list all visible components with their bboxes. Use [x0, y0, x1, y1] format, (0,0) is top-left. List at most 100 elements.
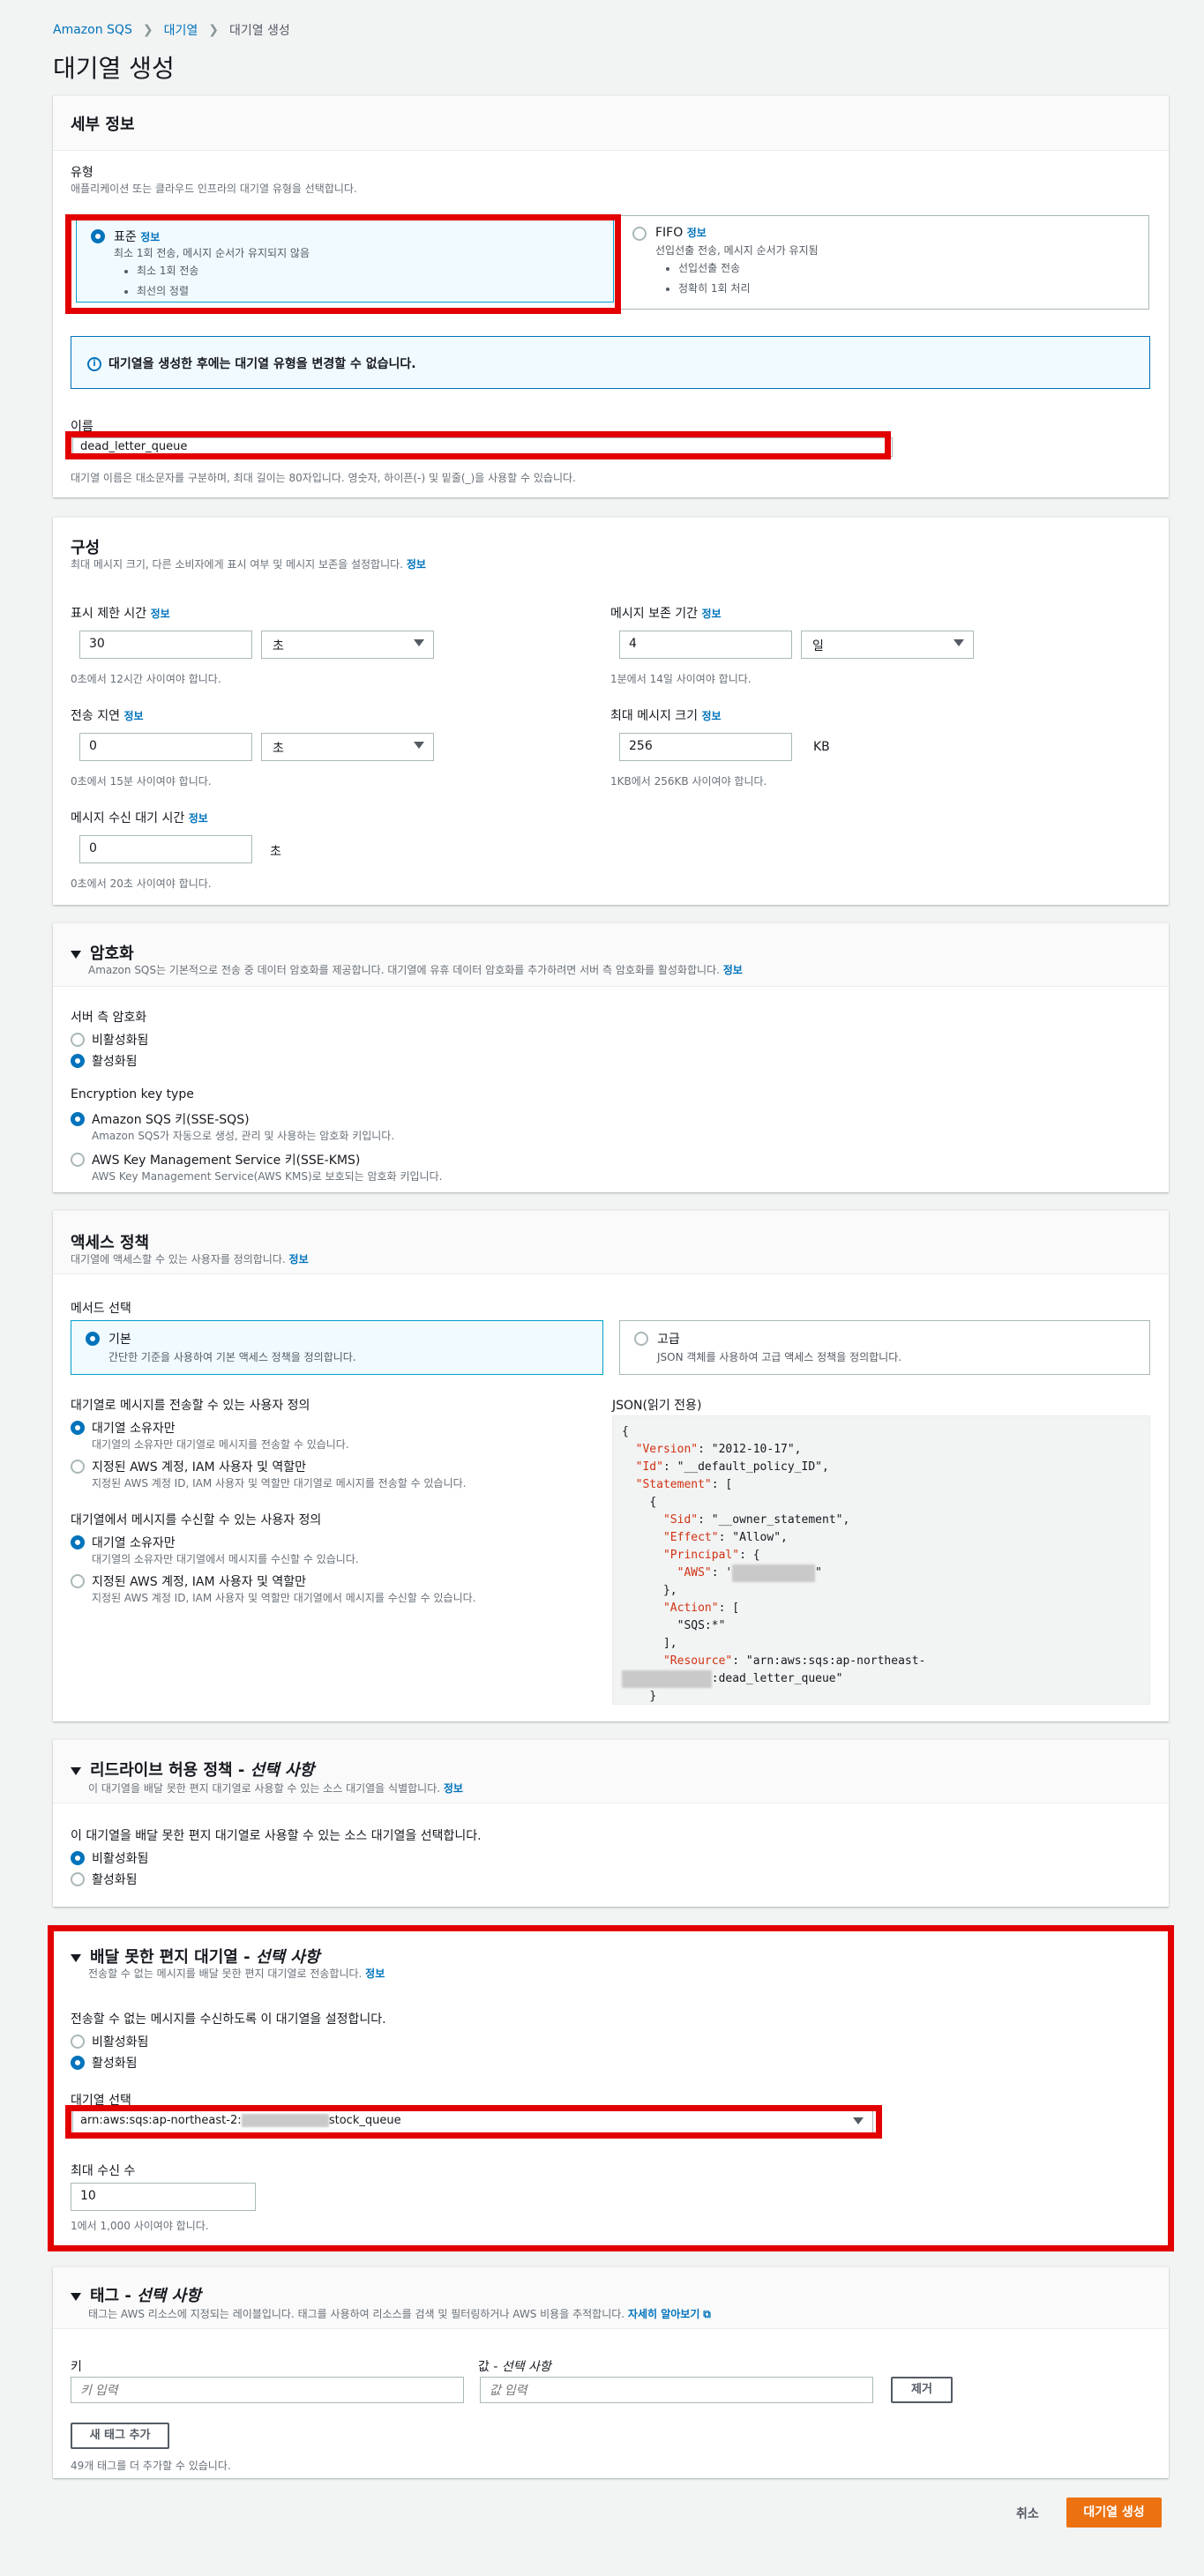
send-label: 대기열로 메시지를 전송할 수 있는 사용자 정의 — [71, 1399, 310, 1413]
sse-on-label: 활성화됨 — [92, 1055, 138, 1069]
wait-unit: 초 — [270, 845, 281, 859]
wait-input[interactable]: 0 — [79, 835, 252, 863]
delay-label: 전송 지연 정보 — [71, 709, 144, 723]
tags-panel: 태그 - 선택 사항 태그는 AWS 리소스에 지정되는 레이블입니다. 태그를… — [53, 2266, 1169, 2478]
redrive-allow-title[interactable]: 리드라이브 허용 정책 - 선택 사항 — [71, 1758, 314, 1781]
type-desc: 애플리케이션 또는 클라우드 인프라의 대기열 유형을 선택합니다. — [71, 183, 357, 195]
policy-json-viewer: { "Version": "2012-10-17", "Id": "__defa… — [612, 1415, 1150, 1705]
info-link[interactable]: 정보 — [123, 710, 143, 722]
tag-key-label: 키 — [71, 2360, 82, 2374]
redrive-allow-off-radio[interactable] — [71, 1851, 85, 1865]
dlq-off-radio[interactable] — [71, 2035, 85, 2049]
type-change-notice: i 대기열을 생성한 후에는 대기열 유형을 변경할 수 없습니다. — [71, 336, 1150, 389]
type-standard-bullets: 최소 1회 전송 최선의 정렬 — [121, 263, 198, 303]
dlq-title[interactable]: 배달 못한 편지 대기열 - 선택 사항 — [71, 1945, 319, 1967]
max-size-label: 최대 메시지 크기 정보 — [610, 709, 722, 723]
tags-desc: 태그는 AWS 리소스에 지정되는 레이블입니다. 태그를 사용하여 리소스를 … — [88, 2308, 711, 2320]
visibility-unit-select[interactable]: 초 — [261, 631, 434, 659]
type-standard-radio[interactable] — [91, 229, 105, 243]
send-specified-radio[interactable] — [71, 1460, 85, 1474]
max-receives-hint: 1에서 1,000 사이여야 합니다. — [71, 2220, 209, 2232]
redrive-allow-header: 리드라이브 허용 정책 - 선택 사항 이 대기열을 배달 못한 편지 대기열로… — [53, 1740, 1169, 1803]
dlq-question: 전송할 수 없는 메시지를 수신하도록 이 대기열을 설정합니다. — [71, 2012, 386, 2027]
dlq-on-radio[interactable] — [71, 2056, 85, 2070]
sse-off-radio[interactable] — [71, 1033, 85, 1047]
console-frame: Amazon SQS ❯ 대기열 ❯ 대기열 생성 대기열 생성 세부 정보 유… — [7, 0, 1197, 2576]
delay-unit-select[interactable]: 초 — [261, 733, 434, 761]
caret-down-icon — [953, 639, 964, 646]
method-basic-radio[interactable] — [86, 1332, 100, 1346]
visibility-label: 표시 제한 시간 정보 — [71, 607, 170, 621]
cancel-button[interactable]: 취소 — [1016, 2505, 1039, 2522]
chevron-right-icon: ❯ — [142, 23, 153, 37]
access-panel: 액세스 정책 대기열에 액세스할 수 있는 사용자를 정의합니다. 정보 메서드… — [53, 1210, 1169, 1721]
info-link[interactable]: 정보 — [365, 1967, 385, 1980]
key-kms-desc: AWS Key Management Service(AWS KMS)로 보호되… — [92, 1170, 443, 1183]
info-link[interactable]: 정보 — [189, 812, 208, 825]
key-kms-radio[interactable] — [71, 1153, 85, 1167]
tag-key-input[interactable] — [71, 2377, 464, 2403]
info-link[interactable]: 정보 — [444, 1782, 463, 1795]
info-link[interactable]: 정보 — [289, 1253, 309, 1266]
tags-hint: 49개 태그를 더 추가할 수 있습니다. — [71, 2460, 231, 2472]
select-value: 일 — [812, 639, 824, 653]
info-link[interactable]: 정보 — [687, 227, 707, 239]
retention-input[interactable]: 4 — [619, 631, 792, 659]
type-standard-tile[interactable]: 표준 정보 최소 1회 전송, 메시지 순서가 유지되지 않음 최소 1회 전송… — [76, 218, 614, 302]
name-hint: 대기열 이름은 대소문자를 구분하며, 최대 길이는 80자입니다. 영숫자, … — [71, 472, 576, 484]
page-title: 대기열 생성 — [53, 54, 175, 83]
redrive-allow-panel: 리드라이브 허용 정책 - 선택 사항 이 대기열을 배달 못한 편지 대기열로… — [53, 1739, 1169, 1907]
dlq-off-label: 비활성화됨 — [92, 2035, 149, 2050]
remove-tag-button[interactable]: 제거 — [891, 2377, 953, 2403]
learn-more-link[interactable]: 자세히 알아보기 — [628, 2308, 699, 2320]
recv-specified-desc: 지정된 AWS 계정 ID, IAM 사용자 및 역할만 대기열에서 메시지를 … — [92, 1592, 476, 1604]
recv-specified-title: 지정된 AWS 계정, IAM 사용자 및 역할만 — [92, 1575, 307, 1589]
retention-unit-select[interactable]: 일 — [801, 631, 974, 659]
method-label: 메서드 선택 — [71, 1302, 131, 1316]
recv-owner-radio[interactable] — [71, 1535, 85, 1549]
sse-off-label: 비활성화됨 — [92, 1034, 149, 1048]
method-advanced-tile[interactable]: 고급 JSON 객체를 사용하여 고급 액세스 정책을 정의합니다. — [619, 1320, 1150, 1375]
name-label: 이름 — [71, 420, 93, 434]
tags-title[interactable]: 태그 - 선택 사항 — [71, 2283, 201, 2306]
type-fifo-radio[interactable] — [632, 227, 647, 241]
method-advanced-radio[interactable] — [634, 1332, 648, 1346]
wait-label: 메시지 수신 대기 시간 정보 — [71, 811, 208, 825]
send-owner-radio[interactable] — [71, 1421, 85, 1435]
delay-input[interactable]: 0 — [79, 733, 252, 761]
tag-value-input[interactable] — [480, 2377, 873, 2403]
queue-name-input[interactable]: dead_letter_queue — [72, 437, 893, 457]
external-link-icon: ⧉ — [703, 2308, 711, 2320]
recv-specified-radio[interactable] — [71, 1574, 85, 1588]
max-size-input[interactable]: 256 — [619, 733, 792, 761]
key-sqs-radio[interactable] — [71, 1112, 85, 1126]
breadcrumb-sqs[interactable]: Amazon SQS — [53, 23, 132, 37]
sse-on-radio[interactable] — [71, 1054, 85, 1068]
redacted-account-id: 000000000000 — [241, 2114, 329, 2127]
type-standard-desc: 최소 1회 전송, 메시지 순서가 유지되지 않음 — [114, 247, 310, 259]
encryption-title[interactable]: 암호화 — [71, 941, 134, 964]
info-link[interactable]: 정보 — [702, 710, 722, 722]
info-link[interactable]: 정보 — [723, 964, 743, 976]
config-panel: 구성 최대 메시지 크기, 다른 소비자에게 표시 여부 및 메시지 보존을 설… — [53, 517, 1169, 905]
dlq-queue-select[interactable]: arn:aws:sqs:ap-northeast-2:000000000000s… — [72, 2110, 873, 2133]
redacted-account-id: 0000000000000 — [622, 1670, 712, 1688]
recv-owner-desc: 대기열의 소유자만 대기열에서 메시지를 수신할 수 있습니다. — [92, 1553, 359, 1565]
redrive-allow-on-radio[interactable] — [71, 1872, 85, 1886]
max-receives-input[interactable]: 10 — [71, 2183, 256, 2211]
redrive-allow-question: 이 대기열을 배달 못한 편지 대기열로 사용할 수 있는 소스 대기열을 선택… — [71, 1829, 482, 1843]
details-header: 세부 정보 — [53, 96, 1169, 151]
create-queue-button[interactable]: 대기열 생성 — [1066, 2498, 1162, 2527]
add-tag-button[interactable]: 새 태그 추가 — [71, 2423, 169, 2449]
dlq-queue-label: 대기열 선택 — [71, 2094, 131, 2108]
info-link[interactable]: 정보 — [702, 608, 722, 620]
breadcrumb: Amazon SQS ❯ 대기열 ❯ 대기열 생성 — [53, 21, 290, 39]
type-fifo-tile[interactable]: FIFO 정보 선입선출 전송, 메시지 순서가 유지됨 선입선출 전송 정확히… — [619, 215, 1149, 310]
visibility-input[interactable]: 30 — [79, 631, 252, 659]
method-basic-tile[interactable]: 기본 간단한 기준을 사용하여 기본 액세스 정책을 정의합니다. — [71, 1320, 603, 1375]
breadcrumb-queues[interactable]: 대기열 — [164, 21, 198, 39]
info-link[interactable]: 정보 — [140, 231, 160, 243]
info-link[interactable]: 정보 — [151, 608, 170, 620]
info-link[interactable]: 정보 — [407, 558, 426, 571]
method-advanced-title: 고급 — [657, 1333, 680, 1347]
